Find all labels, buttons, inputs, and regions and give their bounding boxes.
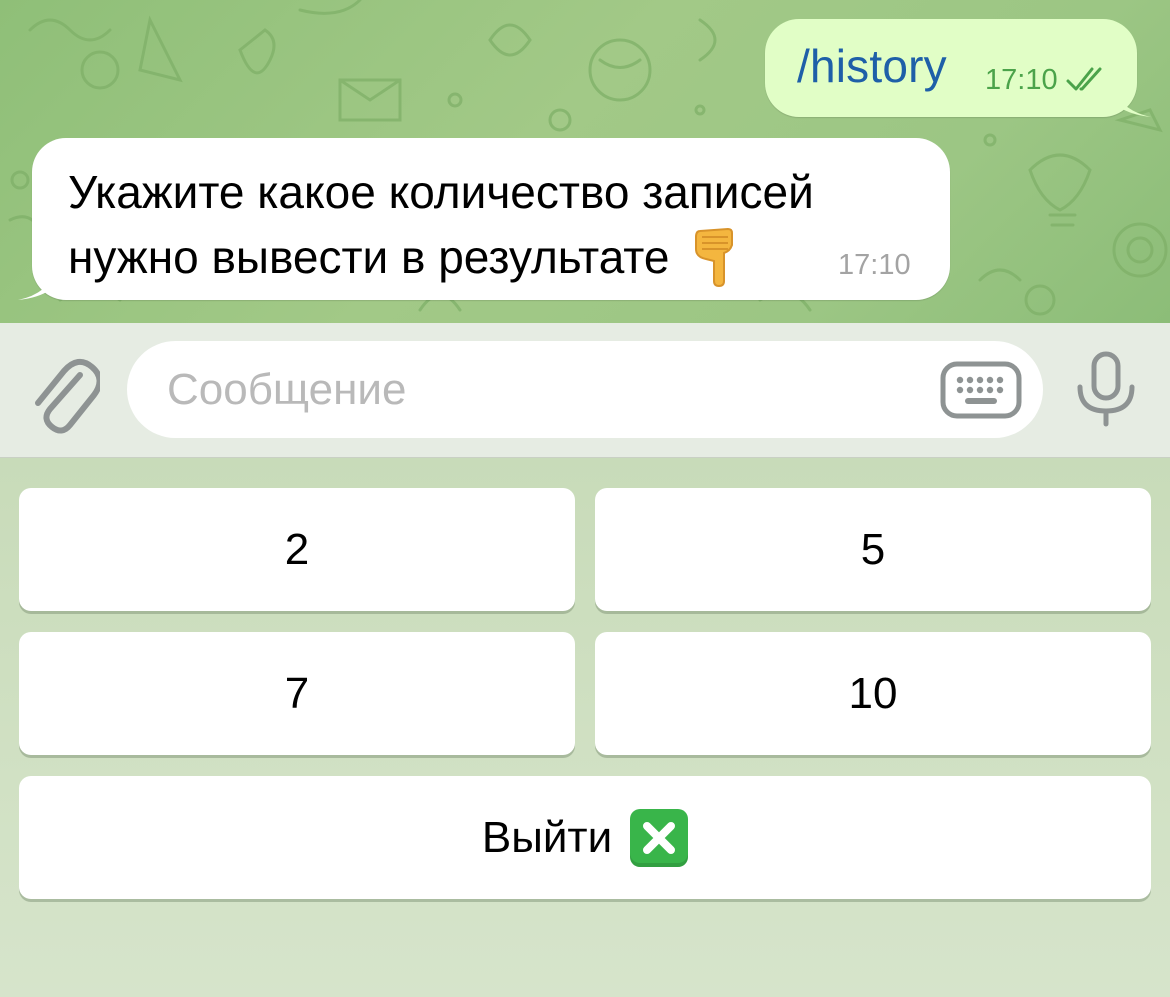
- message-line-2: нужно вывести в результате: [68, 225, 928, 290]
- message-time: 17:10: [985, 64, 1058, 96]
- microphone-icon[interactable]: [1074, 351, 1138, 427]
- double-check-icon: [1066, 67, 1102, 91]
- message-time: 17:10: [838, 249, 911, 281]
- message-line-2-text: нужно вывести в результате: [68, 231, 670, 283]
- pointing-down-icon: [695, 227, 734, 288]
- message-input[interactable]: [127, 341, 1043, 438]
- cross-mark-icon: [630, 808, 689, 867]
- keyboard-icon[interactable]: [940, 361, 1022, 419]
- outgoing-message-bubble[interactable]: /history 17:10: [765, 19, 1151, 117]
- exit-button[interactable]: Выйти: [19, 776, 1151, 899]
- message-line-1: Укажите какое количество записей: [68, 166, 814, 218]
- chat-area: /history 17:10 Укажите какое количество …: [0, 0, 1170, 323]
- command-link[interactable]: /history: [797, 39, 947, 93]
- exit-button-label: Выйти: [481, 812, 613, 862]
- keyboard-button-2[interactable]: 2: [19, 488, 575, 611]
- incoming-message-bubble[interactable]: Укажите какое количество записей нужно в…: [18, 138, 950, 300]
- reply-keyboard: 2 5 7 10 Выйти: [0, 458, 1170, 997]
- keyboard-button-5[interactable]: 5: [595, 488, 1151, 611]
- keyboard-button-7[interactable]: 7: [19, 632, 575, 755]
- keyboard-button-10[interactable]: 10: [595, 632, 1151, 755]
- paperclip-icon[interactable]: [28, 353, 100, 437]
- message-text: Укажите какое количество записей нужно в…: [68, 160, 928, 290]
- message-input-bar: [0, 323, 1170, 458]
- bubble-tail: [1111, 85, 1151, 117]
- bubble-tail: [18, 268, 58, 300]
